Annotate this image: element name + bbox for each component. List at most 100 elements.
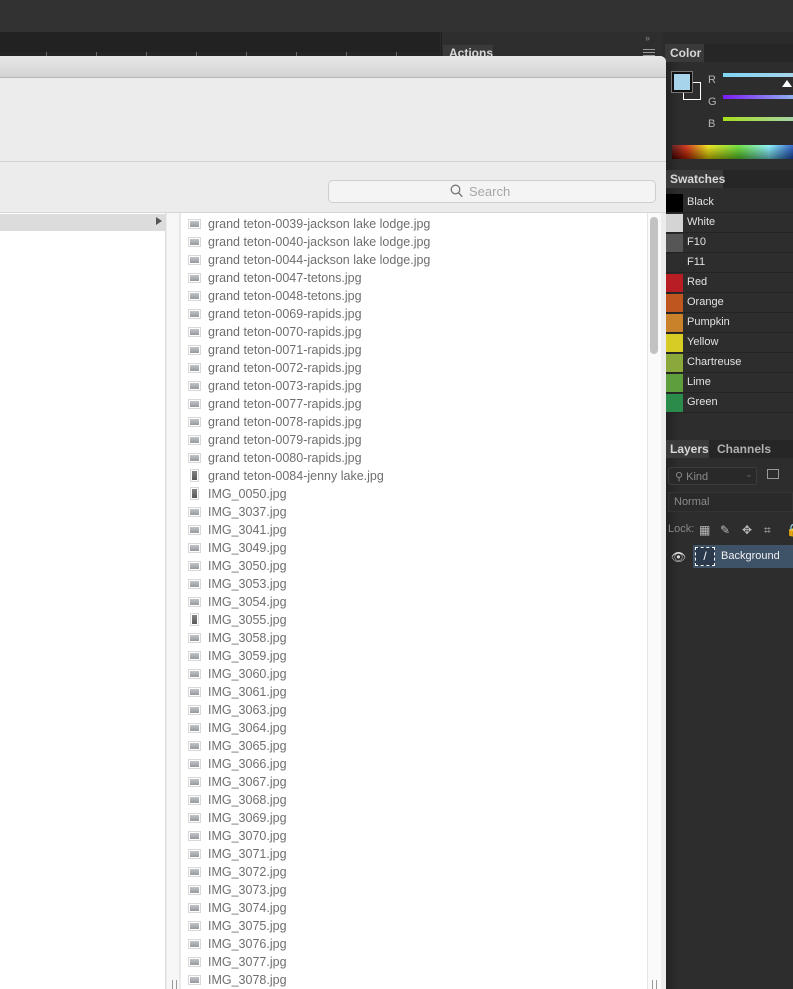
chevron-down-icon: ⌄ xyxy=(745,469,753,479)
file-list-item[interactable]: IMG_3070.jpg xyxy=(181,827,647,845)
column-resize-handle[interactable] xyxy=(652,980,657,989)
file-list-item[interactable]: grand teton-0039-jackson lake lodge.jpg xyxy=(181,215,647,233)
file-list-item[interactable]: IMG_3050.jpg xyxy=(181,557,647,575)
file-list-item[interactable]: grand teton-0044-jackson lake lodge.jpg xyxy=(181,251,647,269)
lock-artboard-icon[interactable]: ⌗ xyxy=(764,523,771,538)
swatch-item[interactable]: Orange xyxy=(666,293,793,313)
color-spectrum-ramp[interactable] xyxy=(672,145,793,159)
lock-image-pixels-icon[interactable]: ✎ xyxy=(720,523,730,537)
column-divider[interactable] xyxy=(167,213,180,989)
file-list-item[interactable]: grand teton-0040-jackson lake lodge.jpg xyxy=(181,233,647,251)
foreground-color-swatch[interactable] xyxy=(671,71,693,93)
file-name: grand teton-0071-rapids.jpg xyxy=(208,343,362,357)
file-name: IMG_3069.jpg xyxy=(208,811,287,825)
selected-folder-row[interactable] xyxy=(0,214,166,231)
file-list-item[interactable]: grand teton-0077-rapids.jpg xyxy=(181,395,647,413)
lock-transparent-pixels-icon[interactable]: ▦ xyxy=(699,523,710,537)
file-list-item[interactable]: IMG_0050.jpg xyxy=(181,485,647,503)
tab-swatches[interactable]: Swatches xyxy=(665,170,725,188)
folder-column[interactable] xyxy=(0,213,166,989)
file-list-item[interactable]: IMG_3069.jpg xyxy=(181,809,647,827)
file-list-item[interactable]: IMG_3066.jpg xyxy=(181,755,647,773)
file-list-item[interactable]: IMG_3072.jpg xyxy=(181,863,647,881)
file-list-item[interactable]: IMG_3065.jpg xyxy=(181,737,647,755)
tab-channels[interactable]: Channels xyxy=(712,440,772,458)
swatch-color-chip xyxy=(666,374,683,392)
dialog-titlebar[interactable] xyxy=(0,56,666,78)
channel-r-slider[interactable] xyxy=(723,73,793,77)
swatch-item[interactable]: Chartreuse xyxy=(666,353,793,373)
channel-b-slider[interactable] xyxy=(723,117,793,121)
file-list-item[interactable]: IMG_3078.jpg xyxy=(181,971,647,989)
swatch-item[interactable]: Yellow xyxy=(666,333,793,353)
file-list-item[interactable]: IMG_3064.jpg xyxy=(181,719,647,737)
file-list-item[interactable]: IMG_3063.jpg xyxy=(181,701,647,719)
file-list-item[interactable]: grand teton-0084-jenny lake.jpg xyxy=(181,467,647,485)
file-name: grand teton-0040-jackson lake lodge.jpg xyxy=(208,235,431,249)
file-name: grand teton-0048-tetons.jpg xyxy=(208,289,362,303)
channel-g-slider[interactable] xyxy=(723,95,793,99)
file-list-item[interactable]: IMG_3074.jpg xyxy=(181,899,647,917)
file-list-item[interactable]: grand teton-0048-tetons.jpg xyxy=(181,287,647,305)
column-resize-handle[interactable] xyxy=(172,980,177,989)
file-name: IMG_3053.jpg xyxy=(208,577,287,591)
blend-mode-select[interactable]: Normal xyxy=(668,492,793,512)
file-list-item[interactable]: IMG_3073.jpg xyxy=(181,881,647,899)
image-file-icon xyxy=(188,813,201,823)
file-list-item[interactable]: IMG_3068.jpg xyxy=(181,791,647,809)
file-list-item[interactable]: grand teton-0072-rapids.jpg xyxy=(181,359,647,377)
tab-color[interactable]: Color xyxy=(665,44,704,62)
file-name: IMG_3055.jpg xyxy=(208,613,287,627)
image-file-icon xyxy=(188,903,201,913)
swatch-color-chip xyxy=(666,194,683,212)
file-list-item[interactable]: IMG_3071.jpg xyxy=(181,845,647,863)
lock-all-icon[interactable]: 🔒 xyxy=(786,523,793,537)
swatch-item[interactable]: F10 xyxy=(666,233,793,253)
scrollbar-thumb[interactable] xyxy=(650,217,658,354)
swatch-item[interactable]: Black xyxy=(666,193,793,213)
file-list-item[interactable]: IMG_3041.jpg xyxy=(181,521,647,539)
file-list-item[interactable]: IMG_3037.jpg xyxy=(181,503,647,521)
collapse-panels-icon[interactable]: ›› xyxy=(645,33,650,43)
file-list-item[interactable]: IMG_3076.jpg xyxy=(181,935,647,953)
layer-filter-kind-select[interactable]: ⚲ Kind xyxy=(668,467,757,485)
swatch-name: Green xyxy=(687,396,718,408)
file-list-item[interactable]: IMG_3075.jpg xyxy=(181,917,647,935)
file-list-item[interactable]: IMG_3055.jpg xyxy=(181,611,647,629)
file-list-item[interactable]: IMG_3060.jpg xyxy=(181,665,647,683)
tab-layers[interactable]: Layers xyxy=(665,440,709,458)
image-filter-icon[interactable] xyxy=(767,469,779,479)
swatch-item[interactable]: Lime xyxy=(666,373,793,393)
file-list-item[interactable]: grand teton-0071-rapids.jpg xyxy=(181,341,647,359)
file-name: IMG_3078.jpg xyxy=(208,973,287,987)
file-name: grand teton-0080-rapids.jpg xyxy=(208,451,362,465)
lock-position-icon[interactable]: ✥ xyxy=(742,523,752,537)
file-list-item[interactable]: IMG_3067.jpg xyxy=(181,773,647,791)
file-list-item[interactable]: grand teton-0078-rapids.jpg xyxy=(181,413,647,431)
swatch-item[interactable]: F11 xyxy=(666,253,793,273)
swatch-item[interactable]: Green xyxy=(666,393,793,413)
file-list-item[interactable]: grand teton-0080-rapids.jpg xyxy=(181,449,647,467)
image-file-icon xyxy=(188,957,201,967)
file-list-item[interactable]: IMG_3061.jpg xyxy=(181,683,647,701)
swatch-name: Lime xyxy=(687,376,711,388)
file-list-item[interactable]: IMG_3077.jpg xyxy=(181,953,647,971)
file-list-item[interactable]: IMG_3054.jpg xyxy=(181,593,647,611)
file-list-item[interactable]: grand teton-0073-rapids.jpg xyxy=(181,377,647,395)
file-list-item[interactable]: IMG_3053.jpg xyxy=(181,575,647,593)
file-list-item[interactable]: IMG_3049.jpg xyxy=(181,539,647,557)
swatch-item[interactable]: Pumpkin xyxy=(666,313,793,333)
file-list-item[interactable]: grand teton-0069-rapids.jpg xyxy=(181,305,647,323)
file-list-item[interactable]: IMG_3059.jpg xyxy=(181,647,647,665)
channel-r-slider-thumb[interactable] xyxy=(782,80,792,87)
swatch-color-chip xyxy=(666,314,683,332)
file-list-item[interactable]: grand teton-0070-rapids.jpg xyxy=(181,323,647,341)
visibility-eye-icon[interactable]: 👁 xyxy=(671,550,686,564)
image-file-icon xyxy=(188,219,201,229)
swatch-item[interactable]: White xyxy=(666,213,793,233)
file-list-item[interactable]: grand teton-0079-rapids.jpg xyxy=(181,431,647,449)
swatch-item[interactable]: Red xyxy=(666,273,793,293)
layer-name[interactable]: Background xyxy=(721,550,780,562)
file-list-item[interactable]: IMG_3058.jpg xyxy=(181,629,647,647)
file-list-item[interactable]: grand teton-0047-tetons.jpg xyxy=(181,269,647,287)
